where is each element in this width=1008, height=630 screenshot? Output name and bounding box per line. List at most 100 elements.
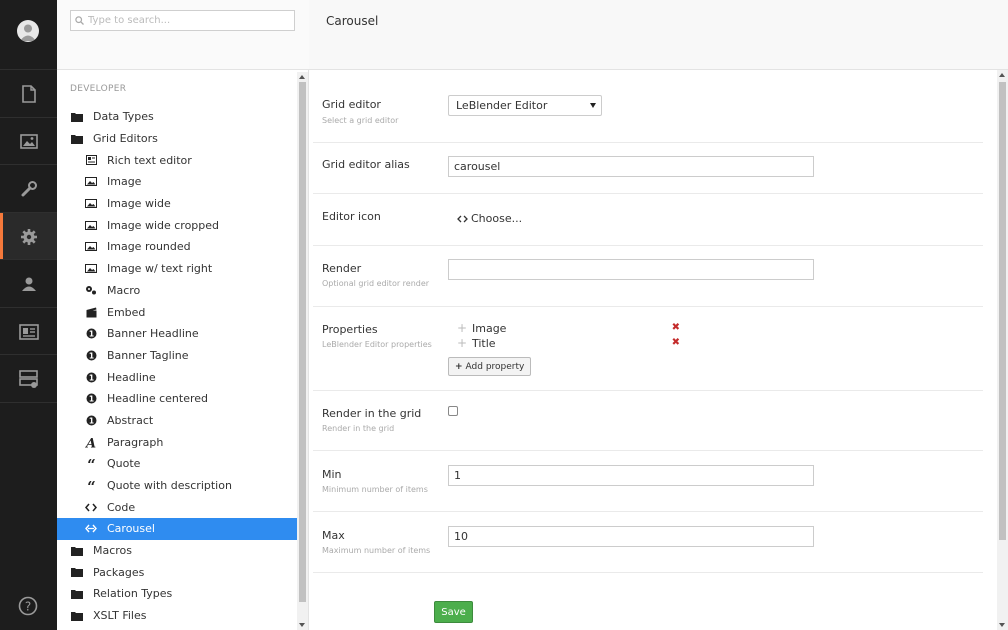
tree-item-label: Headline xyxy=(107,370,156,384)
tree-item[interactable]: Rich text editor xyxy=(57,149,297,171)
search-input[interactable] xyxy=(88,15,288,26)
tree-scrollbar[interactable] xyxy=(297,72,308,630)
tree-item-label: Image wide cropped xyxy=(107,218,220,232)
tree-item[interactable]: Macro xyxy=(57,280,297,302)
tree-item[interactable]: Image w/ text right xyxy=(57,258,297,280)
scroll-up-arrow-icon[interactable] xyxy=(299,75,305,79)
alias-row: Grid editor alias xyxy=(313,143,983,194)
tree-item[interactable]: Image wide xyxy=(57,193,297,215)
tree-item-label: Quote with description xyxy=(107,479,232,493)
nav-divider xyxy=(0,402,57,403)
search-bar xyxy=(57,0,309,70)
tree-item[interactable]: Image xyxy=(57,171,297,193)
grid-editor-desc: Select a grid editor xyxy=(322,116,399,125)
property-item[interactable]: + Title ✖ xyxy=(457,336,682,350)
tree-item[interactable]: XSLT Files xyxy=(57,605,297,627)
tree-item[interactable]: 1 Banner Headline xyxy=(57,323,297,345)
nav-users[interactable] xyxy=(0,259,57,307)
save-button[interactable]: Save xyxy=(434,601,473,623)
alias-label: Grid editor alias xyxy=(322,158,410,171)
tree-item[interactable]: “ Quote with description xyxy=(57,475,297,497)
nav-settings[interactable] xyxy=(0,164,57,212)
tree-item[interactable]: Grid Editors xyxy=(57,128,297,150)
folder-icon xyxy=(70,133,84,145)
avatar[interactable] xyxy=(17,20,39,42)
tree-item-label: XSLT Files xyxy=(93,609,147,623)
wrench-icon xyxy=(21,180,37,196)
scroll-down-arrow-icon[interactable] xyxy=(299,623,305,627)
tree-item[interactable]: Data Types xyxy=(57,106,297,128)
max-input[interactable] xyxy=(448,526,814,547)
drag-handle-icon[interactable]: + xyxy=(457,336,472,350)
nav-members[interactable] xyxy=(0,307,57,355)
tree-item[interactable]: 1 Abstract xyxy=(57,410,297,432)
property-label: Image xyxy=(472,321,507,335)
svg-text:1: 1 xyxy=(88,373,93,382)
tree-item[interactable]: “ Quote xyxy=(57,453,297,475)
remove-icon[interactable]: ✖ xyxy=(672,322,680,333)
tree-item[interactable]: Image wide cropped xyxy=(57,214,297,236)
tree-item-label: Data Types xyxy=(93,110,154,124)
help-button[interactable]: ? xyxy=(18,596,38,616)
tree-item-label: Banner Headline xyxy=(107,327,199,341)
folder-icon xyxy=(70,588,84,600)
tree-item[interactable]: Macros xyxy=(57,540,297,562)
tree-item-label: Macro xyxy=(107,283,141,297)
nav-developer[interactable] xyxy=(0,212,57,260)
tree-item-label: Quote xyxy=(107,457,141,471)
scroll-down-arrow-icon[interactable] xyxy=(999,623,1005,627)
nav-forms[interactable] xyxy=(0,354,57,402)
carousel-icon xyxy=(84,523,98,535)
tree-item[interactable]: 1 Headline xyxy=(57,366,297,388)
max-row: Max Maximum number of items xyxy=(313,512,983,573)
nav-content[interactable] xyxy=(0,69,57,117)
tree-item[interactable]: Carousel xyxy=(57,518,297,540)
tree-item[interactable]: Relation Types xyxy=(57,583,297,605)
tree-item[interactable]: 1 Headline centered xyxy=(57,388,297,410)
document-icon xyxy=(21,84,36,103)
property-label: Title xyxy=(472,336,496,350)
search-box[interactable] xyxy=(70,10,295,31)
tree-item[interactable]: A Paragraph xyxy=(57,431,297,453)
tree-item-label: Image wide xyxy=(107,197,171,211)
picture-icon xyxy=(84,219,98,231)
info-circle-icon: 1 xyxy=(84,393,98,405)
render-input[interactable] xyxy=(448,259,814,280)
editor-scrollbar[interactable] xyxy=(997,70,1008,630)
info-circle-icon: 1 xyxy=(84,349,98,361)
render-in-grid-checkbox[interactable] xyxy=(448,406,458,416)
min-input[interactable] xyxy=(448,465,814,486)
tree-item[interactable]: Packages xyxy=(57,561,297,583)
tree-item[interactable]: Code xyxy=(57,496,297,518)
settings-alt-icon xyxy=(84,284,98,296)
folder-icon xyxy=(70,545,84,557)
nav-media[interactable] xyxy=(0,117,57,165)
movie-alt-icon xyxy=(84,306,98,318)
property-item[interactable]: + Image ✖ xyxy=(457,321,682,335)
tree-item[interactable]: Image rounded xyxy=(57,236,297,258)
drag-handle-icon[interactable]: + xyxy=(457,321,472,335)
choose-icon-button[interactable]: Choose... xyxy=(457,212,522,225)
grid-editor-select[interactable]: LeBlender Editor xyxy=(448,95,602,116)
scroll-up-arrow-icon[interactable] xyxy=(999,73,1005,77)
add-property-button[interactable]: + Add property xyxy=(448,357,532,376)
editor-scroll-thumb[interactable] xyxy=(999,82,1006,540)
tree-item-label: Code xyxy=(107,500,136,514)
tree-item-label: Headline centered xyxy=(107,392,209,406)
min-row: Min Minimum number of items xyxy=(313,451,983,512)
tree-item-label: Abstract xyxy=(107,413,154,427)
folder-icon xyxy=(70,610,84,622)
choose-icon-label: Choose... xyxy=(471,212,523,225)
tree-item[interactable]: 1 Banner Tagline xyxy=(57,345,297,367)
id-card-icon xyxy=(18,323,39,340)
quote-icon: “ xyxy=(84,480,98,492)
tree-scroll-thumb[interactable] xyxy=(299,82,306,602)
help-icon: ? xyxy=(18,596,38,616)
tree-panel: DEVELOPER Data Types Grid Editors Rich tex… xyxy=(57,0,309,630)
editor-panel: Carousel Grid editor Select a grid edito… xyxy=(309,0,1008,630)
remove-icon[interactable]: ✖ xyxy=(672,337,680,348)
tree-item-label: Packages xyxy=(93,565,145,579)
alias-input[interactable] xyxy=(448,156,814,177)
tree-list: Data Types Grid Editors Rich text editor Im… xyxy=(57,106,297,627)
tree-item[interactable]: Embed xyxy=(57,301,297,323)
